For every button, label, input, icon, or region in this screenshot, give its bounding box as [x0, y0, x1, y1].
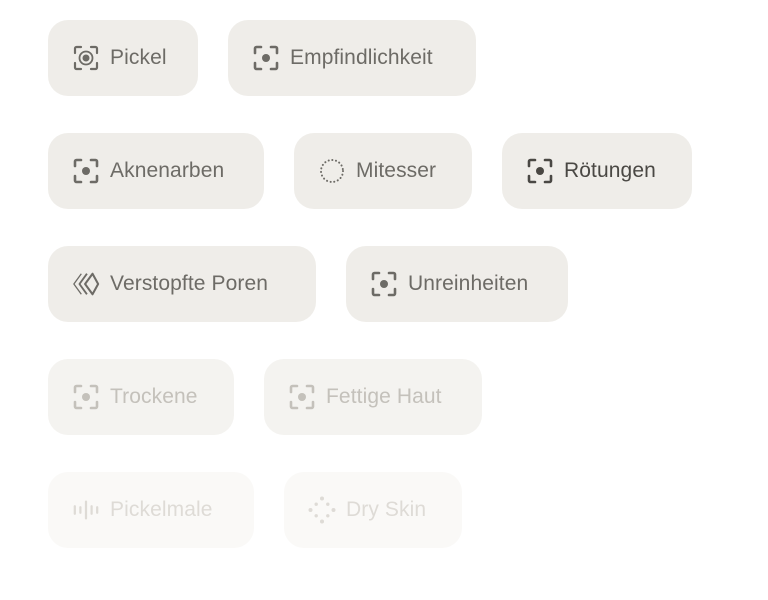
chip-row-2: Aknenarben Mitesser Rötungen: [48, 133, 692, 209]
chip-label: Rötungen: [564, 159, 656, 182]
focus-frame-icon: [72, 383, 100, 411]
chip-roetungen[interactable]: Rötungen: [502, 133, 692, 209]
focus-frame-icon: [252, 44, 280, 72]
chip-label: Pickelmale: [110, 498, 213, 521]
chip-row-3: Verstopfte Poren Unreinheiten: [48, 246, 568, 322]
chip-empfindlichkeit[interactable]: Empfindlichkeit: [228, 20, 476, 96]
diamond-dots-icon: [308, 496, 336, 524]
chip-label: Unreinheiten: [408, 272, 529, 295]
chip-trockene[interactable]: Trockene: [48, 359, 234, 435]
focus-frame-icon: [370, 270, 398, 298]
focus-target-icon: [72, 44, 100, 72]
chip-row-5: Pickelmale Dry Skin: [48, 472, 462, 548]
chip-row-1: Pickel Empfindlichkeit: [48, 20, 476, 96]
chevrons-icon: [72, 270, 100, 298]
chip-mitesser[interactable]: Mitesser: [294, 133, 472, 209]
dotted-circle-icon: [318, 157, 346, 185]
chip-label: Trockene: [110, 385, 198, 408]
chip-verstopfte-poren[interactable]: Verstopfte Poren: [48, 246, 316, 322]
chip-label: Dry Skin: [346, 498, 427, 521]
focus-frame-icon: [72, 157, 100, 185]
chip-pickelmale[interactable]: Pickelmale: [48, 472, 254, 548]
chip-label: Empfindlichkeit: [290, 46, 433, 69]
chip-fettige-haut[interactable]: Fettige Haut: [264, 359, 482, 435]
chip-aknenarben[interactable]: Aknenarben: [48, 133, 264, 209]
chip-label: Fettige Haut: [326, 385, 442, 408]
chip-label: Aknenarben: [110, 159, 225, 182]
focus-frame-icon: [288, 383, 316, 411]
chip-label: Mitesser: [356, 159, 437, 182]
chip-pickel[interactable]: Pickel: [48, 20, 198, 96]
chip-label: Pickel: [110, 46, 167, 69]
chip-label: Verstopfte Poren: [110, 272, 269, 295]
chip-row-4: Trockene Fettige Haut: [48, 359, 482, 435]
chip-dry-skin[interactable]: Dry Skin: [284, 472, 462, 548]
bars-icon: [72, 496, 100, 524]
focus-frame-icon: [526, 157, 554, 185]
chip-unreinheiten[interactable]: Unreinheiten: [346, 246, 568, 322]
